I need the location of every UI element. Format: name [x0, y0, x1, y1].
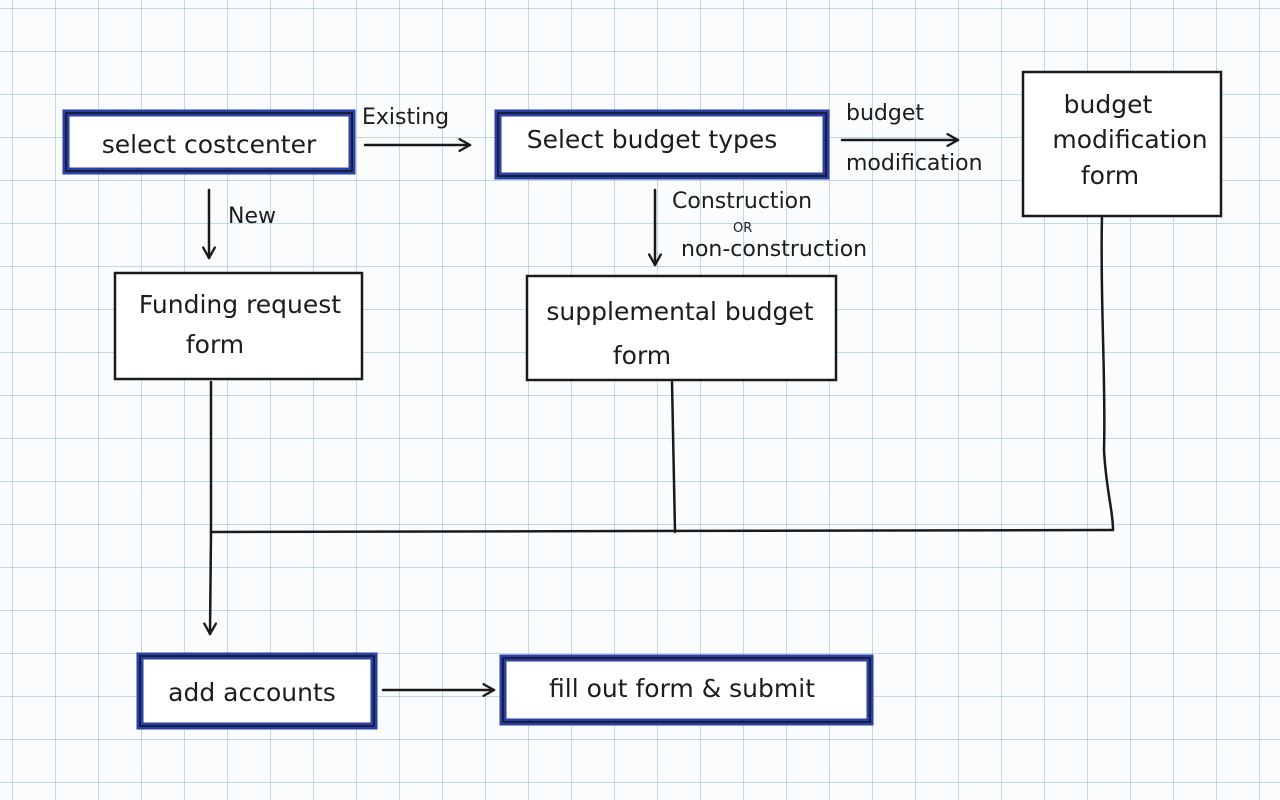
- arrow-merge-to-accounts: [203, 530, 218, 636]
- node-add-accounts: add accounts: [136, 652, 378, 730]
- node-add-accounts-label: add accounts: [168, 678, 336, 707]
- line-supplemental-down: [670, 380, 677, 534]
- node-select-cost-center-label: select costcenter: [102, 130, 317, 159]
- node-select-budget-type-label: Select budget types: [527, 125, 778, 154]
- node-budget-modification-form: budget modification form: [1021, 70, 1223, 218]
- node-supplemental-budget-form: supplemental budget form: [525, 274, 838, 382]
- node-fill-out-form: fill out form & submit: [499, 654, 874, 726]
- line-modification-down: [1100, 214, 1115, 532]
- edge-label-budget: budget: [846, 101, 924, 126]
- flowchart-diagram: Existing New budget modification Constru…: [62, 70, 1223, 730]
- node-fill-out-form-label: fill out form & submit: [549, 674, 815, 703]
- node-supplemental-budget-line-2: form: [613, 341, 671, 370]
- edge-label-new: New: [228, 204, 276, 229]
- node-select-budget-type: Select budget types: [494, 109, 830, 180]
- node-supplemental-budget-line-1: supplemental budget: [546, 297, 813, 326]
- edge-label-construction: Construction: [672, 189, 812, 214]
- edge-label-modification: modification: [846, 151, 983, 176]
- line-merge-horizontal: [209, 528, 1115, 534]
- node-select-cost-center: select costcenter: [62, 109, 356, 175]
- connectors: [202, 133, 1115, 697]
- node-funding-request-form: Funding request form: [113, 271, 364, 381]
- edge-label-or: OR: [733, 221, 752, 236]
- node-funding-request-line-2: form: [186, 330, 244, 359]
- node-budget-modification-line-2: modification: [1052, 125, 1207, 154]
- node-budget-modification-line-1: budget: [1064, 90, 1153, 119]
- node-budget-modification-line-3: form: [1081, 161, 1139, 190]
- edge-label-existing: Existing: [362, 105, 449, 130]
- node-funding-request-line-1: Funding request: [139, 290, 341, 319]
- edge-label-non-construction: non-construction: [681, 237, 867, 262]
